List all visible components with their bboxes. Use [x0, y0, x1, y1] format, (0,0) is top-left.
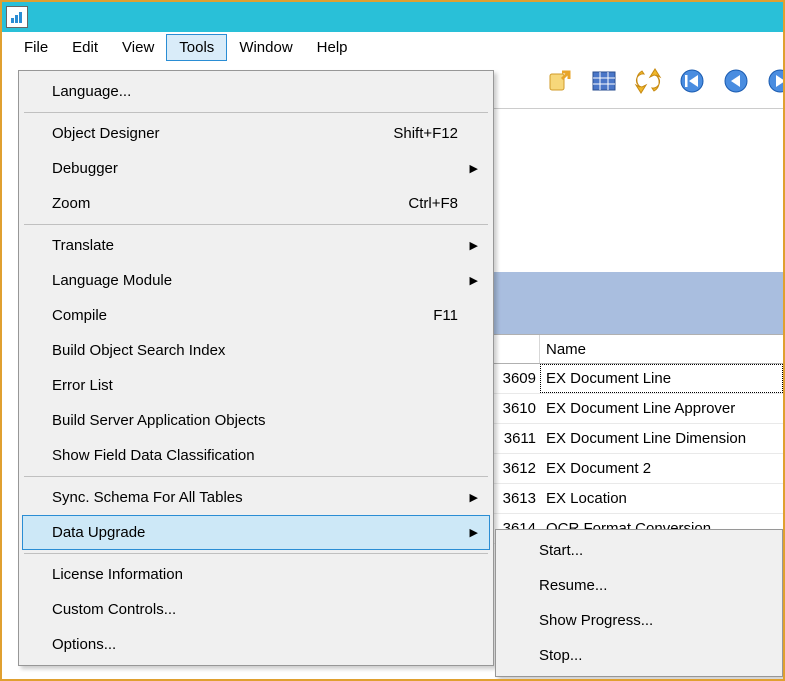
menu-separator	[24, 476, 488, 477]
row-id: 3611	[492, 424, 540, 453]
menu-item-label: Translate	[52, 237, 458, 254]
row-name: EX Document 2	[540, 454, 783, 483]
submenu-arrow-icon: ▶	[470, 239, 478, 252]
tools-item-error-list[interactable]: Error List	[22, 368, 490, 403]
row-id: 3610	[492, 394, 540, 423]
menu-item-label: Object Designer	[52, 125, 393, 142]
tools-dropdown: Language...Object DesignerShift+F12Debug…	[18, 70, 494, 666]
title-bar	[2, 2, 783, 32]
table-title-band	[492, 272, 783, 334]
menu-item-label: License Information	[52, 566, 458, 583]
tools-item-language-module[interactable]: Language Module ▶	[22, 263, 490, 298]
menu-separator	[24, 553, 488, 554]
menu-item-label: Resume...	[539, 577, 607, 594]
menu-tools[interactable]: Tools	[166, 34, 227, 61]
menu-item-label: Options...	[52, 636, 458, 653]
data-upgrade-item-resume[interactable]: Resume...	[499, 568, 779, 603]
menu-item-label: Start...	[539, 542, 583, 559]
menu-item-label: Zoom	[52, 195, 408, 212]
tools-item-language[interactable]: Language...	[22, 74, 490, 109]
tools-item-build-server-application-objects[interactable]: Build Server Application Objects	[22, 403, 490, 438]
menu-item-label: Debugger	[52, 160, 458, 177]
tools-item-zoom[interactable]: ZoomCtrl+F8	[22, 186, 490, 221]
tools-item-show-field-data-classification[interactable]: Show Field Data Classification	[22, 438, 490, 473]
data-upgrade-submenu: Start... Resume... Show Progress... Stop...	[495, 529, 783, 677]
menu-edit[interactable]: Edit	[60, 35, 110, 60]
table-header-id[interactable]	[492, 335, 540, 363]
row-name: EX Document Line Approver	[540, 394, 783, 423]
tools-item-translate[interactable]: Translate ▶	[22, 228, 490, 263]
menu-item-label: Show Field Data Classification	[52, 447, 458, 464]
app-icon	[6, 6, 28, 28]
row-name: EX Document Line	[540, 364, 783, 393]
table-header-name[interactable]: Name	[540, 335, 783, 363]
row-name: EX Location	[540, 484, 783, 513]
menu-item-label: Build Server Application Objects	[52, 412, 458, 429]
refresh-icon[interactable]	[633, 66, 663, 96]
table-header: Name	[492, 334, 783, 364]
table-row[interactable]: 3613 EX Location	[492, 484, 783, 514]
tools-item-custom-controls[interactable]: Custom Controls...	[22, 592, 490, 627]
menu-separator	[24, 224, 488, 225]
window-frame: File Edit View Tools Window Help	[0, 0, 785, 681]
grid-icon[interactable]	[589, 66, 619, 96]
submenu-arrow-icon: ▶	[470, 526, 478, 539]
menu-item-label: Data Upgrade	[52, 524, 458, 541]
tools-item-data-upgrade[interactable]: Data Upgrade ▶	[22, 515, 490, 550]
data-upgrade-item-start[interactable]: Start...	[499, 533, 779, 568]
menu-item-label: Custom Controls...	[52, 601, 458, 618]
menu-item-label: Sync. Schema For All Tables	[52, 489, 458, 506]
nav-next-icon[interactable]	[765, 66, 785, 96]
tools-item-compile[interactable]: CompileF11	[22, 298, 490, 333]
menu-item-label: Show Progress...	[539, 612, 653, 629]
table-row[interactable]: 3609 EX Document Line	[492, 364, 783, 394]
nav-prev-icon[interactable]	[721, 66, 751, 96]
row-name: EX Document Line Dimension	[540, 424, 783, 453]
menu-window[interactable]: Window	[227, 35, 304, 60]
submenu-arrow-icon: ▶	[470, 491, 478, 504]
submenu-arrow-icon: ▶	[470, 274, 478, 287]
object-table: Name 3609 EX Document Line 3610 EX Docum…	[492, 334, 783, 544]
menu-file[interactable]: File	[12, 35, 60, 60]
data-upgrade-item-stop[interactable]: Stop...	[499, 638, 779, 673]
data-upgrade-item-show-progress[interactable]: Show Progress...	[499, 603, 779, 638]
menu-item-shortcut: Shift+F12	[393, 125, 458, 142]
menu-item-label: Language...	[52, 83, 458, 100]
submenu-arrow-icon: ▶	[470, 162, 478, 175]
row-id: 3609	[492, 364, 540, 393]
tools-item-license-information[interactable]: License Information	[22, 557, 490, 592]
table-row[interactable]: 3612 EX Document 2	[492, 454, 783, 484]
menu-view[interactable]: View	[110, 35, 166, 60]
menu-item-label: Error List	[52, 377, 458, 394]
menu-item-label: Language Module	[52, 272, 458, 289]
menu-item-shortcut: F11	[433, 307, 458, 324]
tools-item-debugger[interactable]: Debugger ▶	[22, 151, 490, 186]
table-row[interactable]: 3610 EX Document Line Approver	[492, 394, 783, 424]
nav-first-icon[interactable]	[677, 66, 707, 96]
menu-item-label: Compile	[52, 307, 433, 324]
table-row[interactable]: 3611 EX Document Line Dimension	[492, 424, 783, 454]
menu-item-shortcut: Ctrl+F8	[408, 195, 458, 212]
tools-item-sync-schema-for-all-tables[interactable]: Sync. Schema For All Tables ▶	[22, 480, 490, 515]
tools-item-options[interactable]: Options...	[22, 627, 490, 662]
menu-item-label: Build Object Search Index	[52, 342, 458, 359]
menu-help[interactable]: Help	[305, 35, 360, 60]
export-icon[interactable]	[545, 66, 575, 96]
row-id: 3612	[492, 454, 540, 483]
menu-item-label: Stop...	[539, 647, 582, 664]
tools-item-build-object-search-index[interactable]: Build Object Search Index	[22, 333, 490, 368]
row-id: 3613	[492, 484, 540, 513]
tools-item-object-designer[interactable]: Object DesignerShift+F12	[22, 116, 490, 151]
menu-bar: File Edit View Tools Window Help	[2, 32, 783, 62]
menu-separator	[24, 112, 488, 113]
